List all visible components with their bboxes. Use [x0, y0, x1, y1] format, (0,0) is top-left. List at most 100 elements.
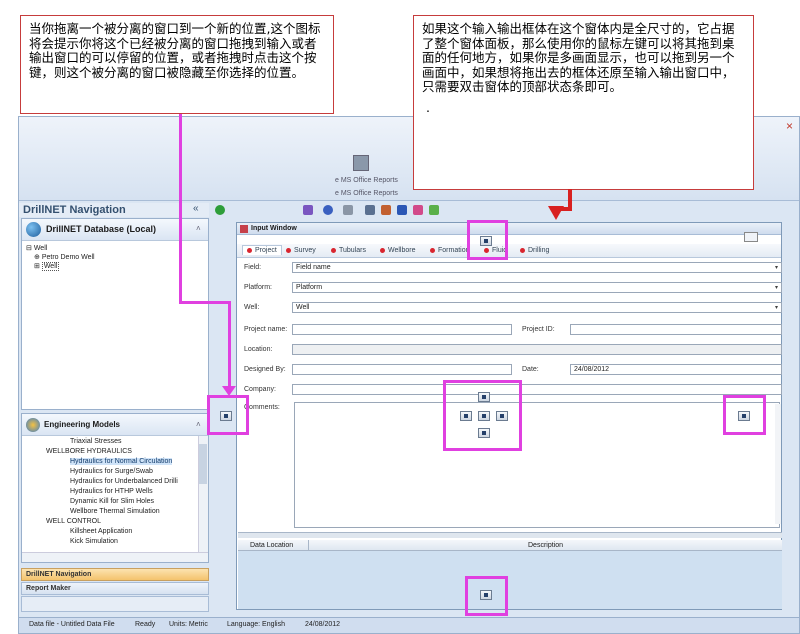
search-icon[interactable] [343, 205, 353, 215]
tab-tubulars[interactable]: Tubulars [331, 247, 366, 254]
model-group[interactable]: WELLBORE HYDRAULICS [46, 448, 132, 455]
ms-office-reports-label-2[interactable]: e MS Office Reports [335, 190, 398, 197]
platform-value: Platform [296, 284, 323, 291]
dropdown-arrow-icon[interactable]: ▾ [775, 284, 778, 293]
help-icon[interactable] [323, 205, 333, 215]
dock-top-icon[interactable] [480, 236, 492, 246]
dropdown-arrow-icon[interactable]: ▾ [775, 264, 778, 273]
dropdown-arrow-icon[interactable]: ▾ [775, 304, 778, 313]
field-select[interactable]: Field name ▾ [292, 262, 782, 273]
input-window-titlebar[interactable] [237, 223, 781, 235]
rig-icon[interactable] [381, 205, 391, 215]
tree-node-label: Petro Demo Well [41, 254, 95, 261]
horizontal-scrollbar[interactable] [22, 552, 208, 562]
model-item[interactable]: Hydraulics for HTHP Wells [70, 488, 153, 495]
designed-by-label: Designed By: [244, 366, 286, 373]
grid-icon[interactable] [365, 205, 375, 215]
model-item-selected[interactable]: Hydraulics for Normal Circulation [70, 458, 173, 465]
chart-icon[interactable] [303, 205, 313, 215]
ms-office-reports-icon[interactable] [353, 155, 369, 171]
model-item[interactable]: Dynamic Kill for Slim Holes [70, 498, 154, 505]
date-input[interactable]: 24/08/2012 [570, 364, 782, 375]
panel-splitter[interactable] [238, 532, 782, 538]
collapse-chevron-icon[interactable]: « [193, 203, 199, 214]
project-name-label: Project name: [244, 326, 288, 333]
project-id-input[interactable] [570, 324, 782, 335]
well-label: Well: [244, 304, 260, 311]
comments-scrollbar[interactable] [775, 404, 781, 524]
chevron-up-icon[interactable]: ˄ [196, 224, 201, 233]
tree-node-well-root[interactable]: ⊟ Well [26, 244, 47, 252]
platform-label: Platform: [244, 284, 273, 291]
tab-dot-icon [331, 247, 336, 253]
company-input[interactable] [292, 384, 782, 395]
column-header-description[interactable]: Description [528, 542, 563, 549]
model-item[interactable]: Hydraulics for Underbalanced Drilli [70, 478, 178, 485]
tab-drilling[interactable]: Drilling [520, 247, 549, 254]
field-value: Field name [296, 264, 331, 271]
tab-label: Project [255, 247, 277, 254]
model-item[interactable]: Triaxial Stresses [70, 438, 121, 445]
database-panel-title: DrillNET Database (Local) [46, 224, 157, 234]
go-icon[interactable] [215, 205, 225, 215]
ms-office-reports-label[interactable]: e MS Office Reports [335, 177, 398, 184]
tree-node-label: Well [33, 245, 48, 252]
connector-line [228, 301, 231, 393]
dock-center-fill-icon[interactable] [478, 411, 490, 421]
pipe-icon[interactable] [397, 205, 407, 215]
status-date: 24/08/2012 [305, 621, 341, 628]
model-item[interactable]: Hydraulics for Surge/Swab [70, 468, 153, 475]
pin-icon[interactable] [744, 232, 758, 242]
tree-node-petro-demo-well[interactable]: ⊕ Petro Demo Well [34, 253, 95, 261]
designed-by-input[interactable] [292, 364, 512, 375]
input-window-title: Input Window [251, 225, 297, 232]
tab-dot-icon [380, 247, 385, 253]
chevron-up-icon[interactable]: ˄ [196, 420, 201, 429]
model-item[interactable]: Wellbore Thermal Simulation [70, 508, 160, 515]
callout-arrowhead [548, 206, 564, 220]
close-icon[interactable]: × [786, 119, 793, 133]
tab-label: Survey [294, 247, 316, 254]
tab-formation[interactable]: Formation [430, 247, 470, 254]
dock-right-icon[interactable] [738, 411, 750, 421]
tab-label: Tubulars [339, 247, 366, 254]
model-item[interactable]: Kick Simulation [70, 538, 118, 545]
connector-arrowhead [222, 386, 236, 396]
well-value: Well [296, 304, 310, 311]
project-name-input[interactable] [292, 324, 512, 335]
dock-bottom-icon[interactable] [480, 590, 492, 600]
tab-dot-icon [520, 247, 525, 253]
plot-icon[interactable] [429, 205, 439, 215]
location-input[interactable] [292, 344, 782, 355]
connector-line [179, 114, 182, 304]
engineering-models-icon [26, 418, 40, 432]
tree-expander-icon[interactable]: ⊕ [34, 254, 40, 261]
callout-right: 如果这个输入输出框体在这个窗体内是全尺寸的，它占据了整个窗体面板，那么使用你的鼠… [413, 15, 754, 190]
model-group[interactable]: WELL CONTROL [46, 518, 101, 525]
column-divider [308, 540, 309, 551]
well-select[interactable]: Well ▾ [292, 302, 782, 313]
dock-center-top-icon[interactable] [478, 392, 490, 402]
scrollbar-thumb[interactable] [199, 444, 207, 484]
tool-icon[interactable] [413, 205, 423, 215]
tree-node-well[interactable]: ⊞ Well [34, 262, 60, 271]
status-language: Language: English [227, 621, 285, 628]
tab-project[interactable]: Project [242, 245, 282, 255]
column-header-data-location[interactable]: Data Location [250, 542, 293, 549]
dock-center-right-icon[interactable] [496, 411, 508, 421]
dock-center-bottom-icon[interactable] [478, 428, 490, 438]
dock-left-icon[interactable] [220, 411, 232, 421]
model-item[interactable]: Killsheet Application [70, 528, 132, 535]
dock-center-left-icon[interactable] [460, 411, 472, 421]
report-maker-tab[interactable]: Report Maker [21, 582, 209, 595]
engineering-models-header[interactable]: Engineering Models ˄ [22, 414, 208, 436]
platform-select[interactable]: Platform ▾ [292, 282, 782, 293]
tree-expander-icon[interactable]: ⊟ [26, 245, 32, 252]
status-ready: Ready [135, 621, 156, 628]
tree-expander-icon[interactable]: ⊞ [34, 263, 40, 270]
input-window-icon [240, 225, 248, 233]
drillnet-navigation-tab[interactable]: DrillNET Navigation [21, 568, 209, 581]
tab-wellbore[interactable]: Wellbore [380, 247, 416, 254]
tab-survey[interactable]: Survey [286, 247, 316, 254]
comments-textarea[interactable] [294, 402, 780, 528]
